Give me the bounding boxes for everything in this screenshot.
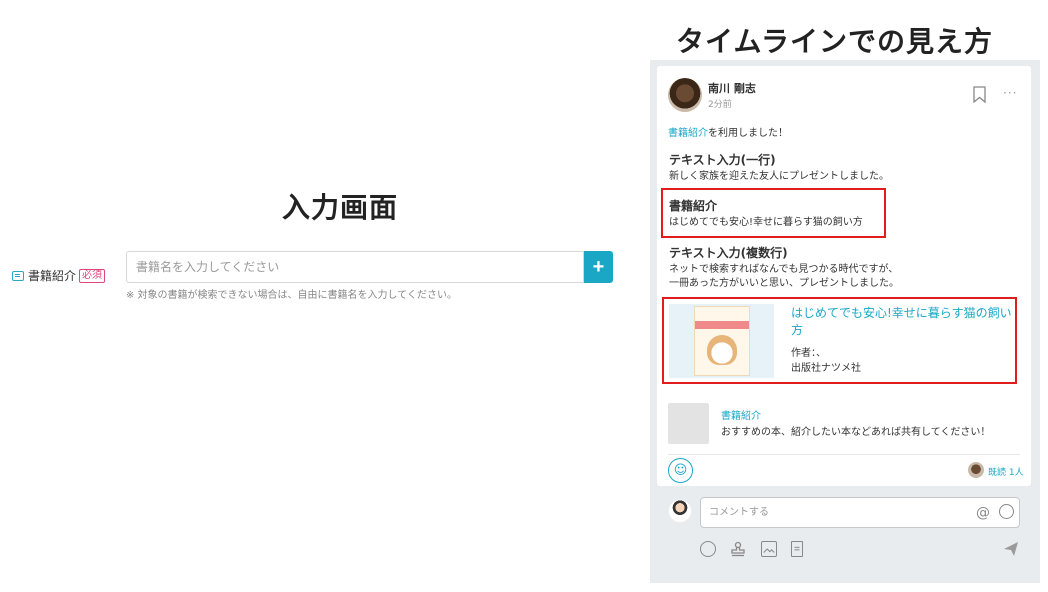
book-publisher: 出版社ナツメ社 [791, 363, 861, 374]
divider [668, 454, 1020, 455]
section-body-book: はじめてでも安心!幸せに暮らす猫の飼い方 [669, 217, 863, 228]
book-search-input[interactable] [126, 251, 584, 283]
post-time: 2分前 [708, 100, 732, 110]
template-description: おすすめの本、紹介したい本などあれば共有してください！ [721, 427, 991, 438]
section-body-single-line: 新しく家族を迎えた友人にプレゼントしました。 [669, 171, 889, 182]
book-cover[interactable] [669, 304, 774, 378]
bookmark-icon[interactable] [973, 86, 986, 103]
at-icon[interactable]: @ [976, 505, 990, 521]
document-icon[interactable] [791, 541, 803, 557]
field-label-text: 書籍紹介 [28, 269, 77, 283]
template-thumbnail[interactable] [668, 403, 709, 444]
book-cover-art [694, 306, 750, 376]
input-note: ※ 対象の書籍が検索できない場合は、自由に書籍名を入力してください。 [126, 290, 457, 301]
book-cover-band [695, 321, 749, 329]
avatar[interactable] [668, 78, 702, 112]
send-icon[interactable] [1003, 541, 1019, 557]
reaction-add-icon[interactable]: ☺ [668, 458, 693, 483]
image-icon[interactable] [761, 541, 777, 557]
section-title-single-line: テキスト入力(一行) [669, 153, 776, 167]
book-icon [12, 270, 24, 281]
timeline-preview-title: タイムラインでの見え方 [676, 25, 994, 58]
book-intro-field-label: 書籍紹介 必須 [12, 267, 106, 284]
post-author[interactable]: 南川 剛志 [708, 80, 756, 96]
composer-avatar [668, 499, 692, 523]
required-badge: 必須 [79, 268, 106, 283]
input-screen-title: 入力画面 [282, 191, 399, 224]
used-template-line: 書籍紹介を利用しました！ [668, 124, 788, 139]
emoji-icon[interactable] [700, 541, 716, 557]
template-name-link[interactable]: 書籍紹介 [721, 407, 761, 422]
section-body-multi-line-1: ネットで検索すればなんでも見つかる時代ですが、 [669, 264, 899, 275]
reader-avatar [968, 462, 984, 478]
read-count[interactable]: 既読 1人 [988, 465, 1024, 478]
stamp-icon[interactable] [730, 541, 746, 557]
add-book-button[interactable]: + [584, 251, 613, 283]
section-title-book: 書籍紹介 [669, 199, 718, 213]
smile-icon[interactable] [999, 504, 1014, 519]
used-suffix: を利用しました！ [708, 128, 788, 139]
template-link[interactable]: 書籍紹介 [668, 128, 708, 139]
section-body-multi-line-2: 一冊あった方がいいと思い、プレゼントしました。 [669, 278, 899, 289]
book-author: 作者：、 [791, 348, 826, 359]
book-title-link[interactable]: はじめてでも安心!幸せに暮らす猫の飼い方 [791, 305, 1013, 339]
kitten-image [707, 335, 737, 365]
comment-input[interactable] [700, 497, 1020, 528]
more-icon[interactable]: ··· [1003, 86, 1017, 100]
section-title-multi-line: テキスト入力(複数行) [669, 246, 788, 260]
